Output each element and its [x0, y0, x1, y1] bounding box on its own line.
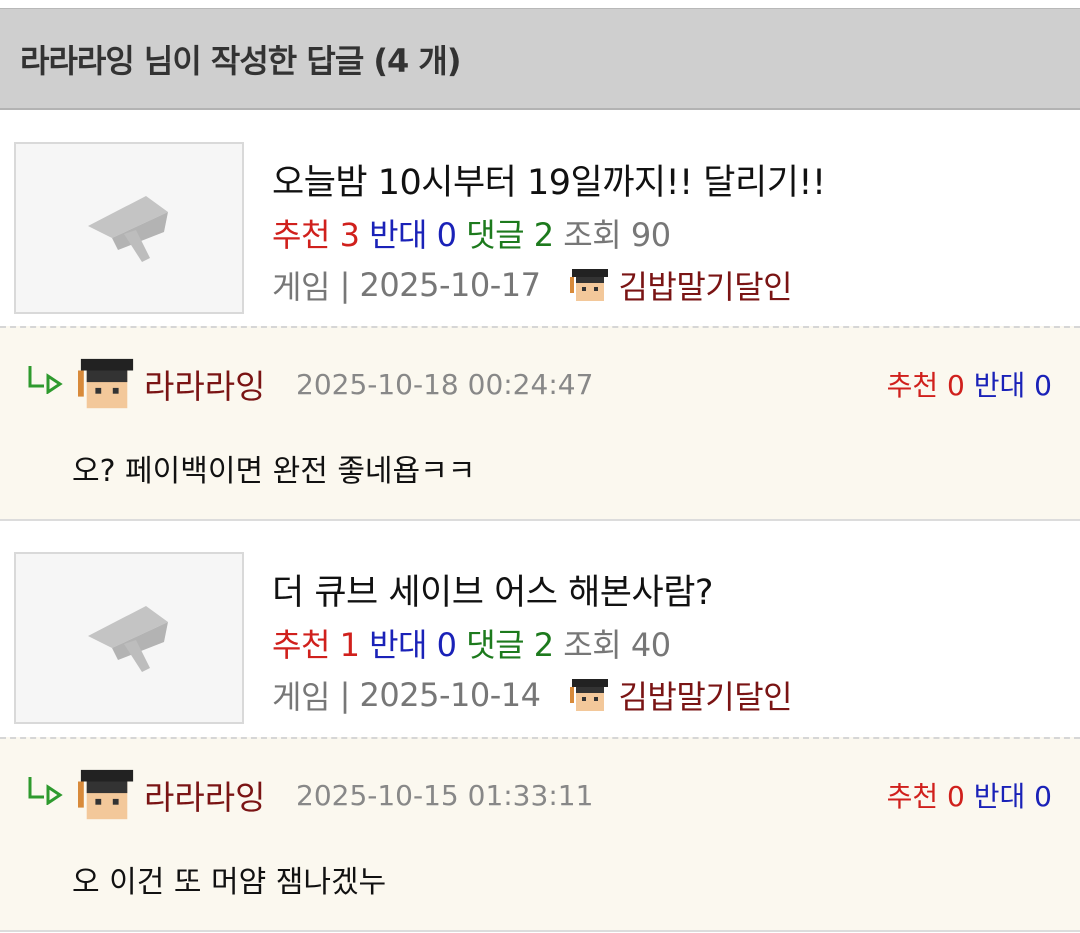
oppose-label: 반대	[369, 626, 427, 664]
recommend-count: 1	[339, 626, 360, 664]
page-header: 라라라잉 님이 작성한 답글 (4 개)	[0, 8, 1080, 110]
reply-card: 라라라잉 2025-10-18 00:24:47 추천 0 반대 0 오? 페이…	[0, 326, 1080, 521]
post-card[interactable]: 더 큐브 세이브 어스 해본사람? 추천 1 반대 0 댓글 2 조회 40 게…	[0, 522, 1080, 734]
reply-timestamp: 2025-10-15 01:33:11	[296, 779, 594, 812]
meta-separator: |	[339, 266, 351, 304]
recommend-label: 추천	[272, 216, 330, 254]
reply-votes: 추천 0 반대 0	[887, 364, 1052, 404]
post-card[interactable]: 오늘밤 10시부터 19일까지!! 달리기!! 추천 3 반대 0 댓글 2 조…	[0, 112, 1080, 324]
comment-count: 2	[533, 216, 554, 254]
reply-oppose-label[interactable]: 반대	[974, 369, 1026, 402]
post-title[interactable]: 더 큐브 세이브 어스 해본사람?	[272, 564, 713, 615]
view-label: 조회	[563, 216, 622, 254]
reply-text: 오? 페이백이면 완전 좋네욥ㅋㅋ	[72, 454, 476, 489]
author-avatar-icon	[570, 269, 609, 301]
post-date: 2025-10-14	[359, 676, 541, 714]
reply-nickname[interactable]: 라라라잉	[144, 771, 265, 819]
recommend-count: 3	[339, 216, 360, 254]
post-stats: 추천 3 반대 0 댓글 2 조회 90	[272, 210, 671, 256]
post-thumbnail[interactable]	[14, 142, 244, 314]
comment-label: 댓글	[466, 626, 525, 664]
reply-timestamp: 2025-10-18 00:24:47	[296, 368, 594, 401]
post-date: 2025-10-17	[359, 266, 541, 304]
reply-recommend-label[interactable]: 추천	[887, 780, 939, 813]
reply-recommend-count: 0	[947, 369, 965, 402]
avatar	[78, 769, 134, 820]
reply-oppose-count: 0	[1034, 780, 1052, 813]
page-title: 라라라잉 님이 작성한 답글 (4 개)	[20, 41, 461, 80]
reply-card: 라라라잉 2025-10-15 01:33:11 추천 0 반대 0 오 이건 …	[0, 737, 1080, 932]
avatar	[78, 358, 134, 409]
reply-nickname[interactable]: 라라라잉	[144, 360, 265, 408]
oppose-count: 0	[436, 216, 457, 254]
graduation-cap-icon	[88, 196, 168, 262]
view-count: 40	[630, 626, 671, 664]
reply-oppose-count: 0	[1034, 369, 1052, 402]
reply-oppose-label[interactable]: 반대	[974, 780, 1026, 813]
reply-arrow-icon	[28, 777, 63, 805]
post-meta: 게임 | 2025-10-17 김밥말기달인	[272, 262, 793, 308]
post-meta: 게임 | 2025-10-14 김밥말기달인	[272, 672, 793, 718]
view-count: 90	[630, 216, 671, 254]
post-thumbnail[interactable]	[14, 552, 244, 724]
post-category: 게임	[272, 268, 330, 306]
oppose-label: 반대	[369, 216, 427, 254]
post-author[interactable]: 김밥말기달인	[618, 672, 792, 718]
meta-separator: |	[339, 676, 351, 714]
oppose-count: 0	[436, 626, 457, 664]
graduation-cap-icon	[88, 606, 168, 672]
author-avatar-icon	[570, 679, 609, 711]
reply-recommend-count: 0	[947, 780, 965, 813]
post-category: 게임	[272, 678, 330, 716]
comment-label: 댓글	[466, 216, 525, 254]
reply-arrow-icon	[28, 366, 63, 394]
post-title[interactable]: 오늘밤 10시부터 19일까지!! 달리기!!	[272, 154, 826, 205]
reply-text: 오 이건 또 머얌 잼나겠누	[72, 865, 387, 900]
view-label: 조회	[563, 626, 622, 664]
post-stats: 추천 1 반대 0 댓글 2 조회 40	[272, 620, 671, 666]
reply-votes: 추천 0 반대 0	[887, 775, 1052, 815]
reply-recommend-label[interactable]: 추천	[887, 369, 939, 402]
comment-count: 2	[533, 626, 554, 664]
recommend-label: 추천	[272, 626, 330, 664]
post-author[interactable]: 김밥말기달인	[618, 262, 792, 308]
